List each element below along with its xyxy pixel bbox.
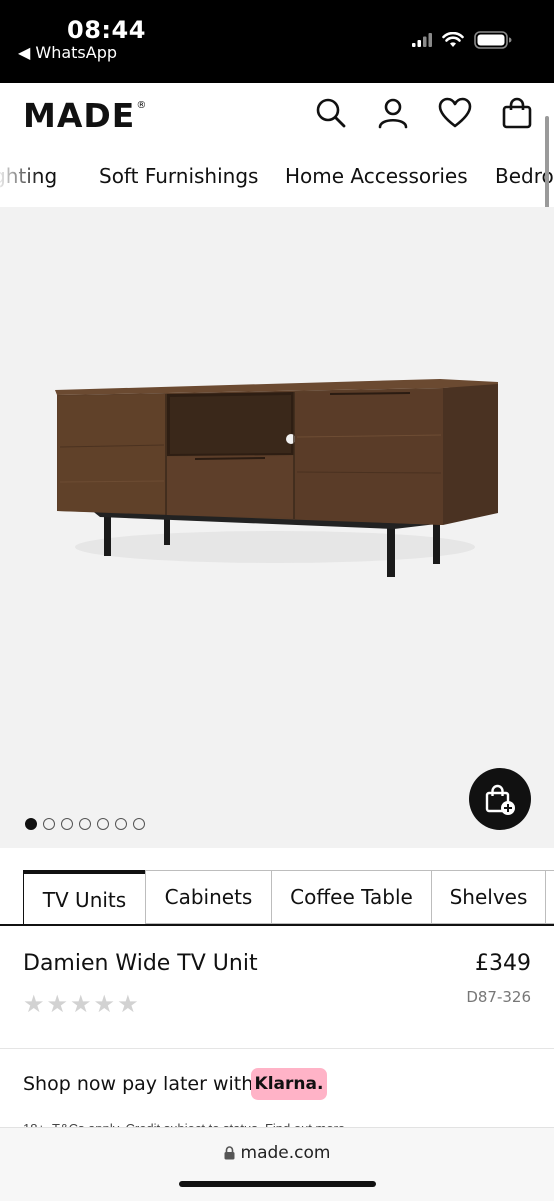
url-display[interactable]: made.com <box>0 1143 554 1163</box>
section-divider <box>0 1048 554 1049</box>
wishlist-heart-icon[interactable] <box>438 96 472 130</box>
star-icon: ★ <box>70 991 92 1018</box>
logo-text: MADE <box>23 96 136 135</box>
home-indicator[interactable] <box>179 1181 376 1187</box>
tab-tv-units[interactable]: TV Units <box>23 870 146 926</box>
star-icon: ★ <box>46 991 69 1018</box>
nav-fade-left <box>0 150 40 206</box>
tab-coffee-table[interactable]: Coffee Table <box>271 870 432 924</box>
search-icon[interactable] <box>314 96 348 130</box>
category-nav: ghting Soft Furnishings Home Accessories… <box>0 150 554 206</box>
logo-registered-mark: ® <box>136 100 148 111</box>
tabs-underline <box>0 924 554 926</box>
category-tabs: TV Units Cabinets Coffee Table Shelves <box>0 848 554 926</box>
add-to-bag-button[interactable] <box>469 768 531 830</box>
tab-shelves[interactable]: Shelves <box>431 870 546 924</box>
status-icons <box>412 31 512 49</box>
gallery-dot[interactable] <box>25 818 37 830</box>
gallery-dot[interactable] <box>61 818 73 830</box>
battery-icon <box>474 31 512 49</box>
tab-cabinets[interactable]: Cabinets <box>145 870 272 924</box>
product-image-gallery[interactable] <box>0 207 554 848</box>
product-sku: D87-326 <box>466 988 531 1006</box>
wifi-icon <box>442 32 464 47</box>
gallery-dot[interactable] <box>43 818 55 830</box>
product-image <box>55 379 498 577</box>
cellular-signal-icon <box>412 33 432 47</box>
star-icon: ★ <box>93 991 116 1018</box>
account-icon[interactable] <box>376 96 410 130</box>
product-price: £349 <box>475 951 531 976</box>
gallery-dot[interactable] <box>133 818 145 830</box>
status-time: 08:44 <box>67 16 146 44</box>
rating-stars[interactable]: ★ ★ ★ ★ ★ <box>23 990 139 1019</box>
basket-icon[interactable] <box>500 96 534 130</box>
nav-item-home-accessories[interactable]: Home Accessories <box>285 164 468 188</box>
gallery-dot[interactable] <box>79 818 91 830</box>
made-logo[interactable]: MADE® <box>23 96 146 135</box>
bag-add-icon <box>485 784 515 815</box>
nav-item-soft-furnishings[interactable]: Soft Furnishings <box>99 164 258 188</box>
klarna-promo-text: Shop now pay later with <box>23 1073 254 1095</box>
product-title: Damien Wide TV Unit <box>23 951 258 976</box>
browser-url-bar[interactable] <box>0 1127 554 1201</box>
lock-icon <box>224 1146 235 1160</box>
tab-overflow[interactable] <box>545 870 554 924</box>
url-text: made.com <box>240 1143 331 1163</box>
star-icon: ★ <box>117 991 139 1018</box>
back-to-whatsapp-link[interactable]: ◀ WhatsApp <box>18 43 117 62</box>
star-icon: ★ <box>23 991 45 1018</box>
status-bar: 08:44 ◀ WhatsApp <box>0 0 554 83</box>
gallery-dot[interactable] <box>97 818 109 830</box>
klarna-badge[interactable]: Klarna. <box>251 1068 327 1100</box>
gallery-pagination <box>25 818 145 830</box>
gallery-dot[interactable] <box>115 818 127 830</box>
